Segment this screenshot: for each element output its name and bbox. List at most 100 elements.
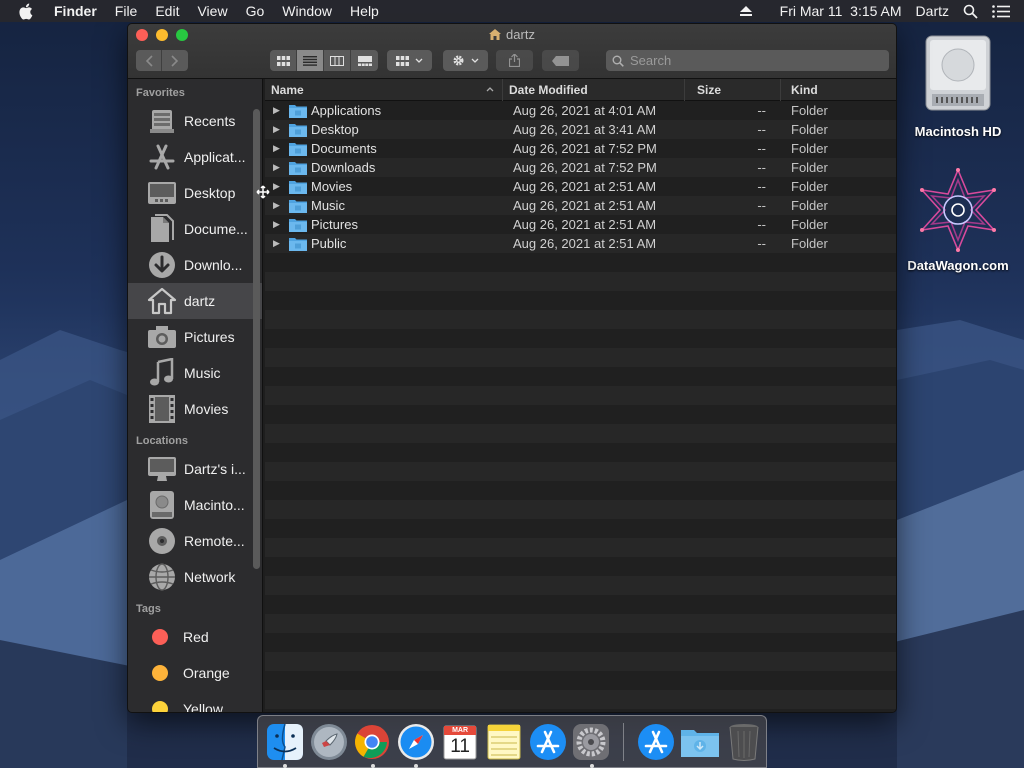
sidebar-item-applications[interactable]: Applicat... xyxy=(128,139,262,175)
column-headers: Name Date Modified Size Kind xyxy=(265,78,896,101)
dock-app-store-stack[interactable] xyxy=(636,722,676,762)
edit-tags-button[interactable] xyxy=(542,50,579,71)
menu-edit[interactable]: Edit xyxy=(155,3,179,19)
sidebar-item-home[interactable]: dartz xyxy=(128,283,262,319)
table-row[interactable]: ▶ Public Aug 26, 2021 at 2:51 AM -- Folder xyxy=(265,234,896,253)
user-menu[interactable]: Dartz xyxy=(916,3,949,19)
table-row[interactable]: ▶ Downloads Aug 26, 2021 at 7:52 PM -- Folde… xyxy=(265,158,896,177)
menu-window[interactable]: Window xyxy=(282,3,332,19)
dock-notes[interactable] xyxy=(484,722,524,762)
dock-calendar[interactable]: MAR 11 xyxy=(440,722,480,762)
dock-launchpad[interactable] xyxy=(309,722,349,762)
menu-go[interactable]: Go xyxy=(246,3,265,19)
disclosure-triangle-icon[interactable]: ▶ xyxy=(273,238,289,249)
disclosure-triangle-icon[interactable]: ▶ xyxy=(273,143,289,154)
sidebar-item-desktop[interactable]: Desktop xyxy=(128,175,262,211)
dock-finder[interactable] xyxy=(265,722,305,768)
table-row[interactable]: ▶ Movies Aug 26, 2021 at 2:51 AM -- Folder xyxy=(265,177,896,196)
sidebar-header-locations: Locations xyxy=(136,435,188,447)
sidebar: Favorites Recents Applicat... Desktop Do… xyxy=(128,79,263,712)
file-name: Downloads xyxy=(311,160,376,175)
search-field[interactable] xyxy=(606,50,889,71)
spotlight-icon[interactable] xyxy=(963,4,978,19)
file-name: Movies xyxy=(311,179,353,194)
action-button[interactable] xyxy=(443,50,488,71)
gallery-view-button[interactable] xyxy=(351,50,378,71)
clock[interactable]: Fri Mar 11 3:15 AM xyxy=(780,3,902,19)
back-button[interactable] xyxy=(136,50,162,71)
menu-app-name[interactable]: Finder xyxy=(54,3,97,19)
disclosure-triangle-icon[interactable]: ▶ xyxy=(273,105,289,116)
sidebar-item-tag-orange[interactable]: Orange xyxy=(128,655,262,691)
disclosure-triangle-icon[interactable]: ▶ xyxy=(273,162,289,173)
table-row[interactable]: ▶ Applications Aug 26, 2021 at 4:01 AM -- Fo… xyxy=(265,101,896,120)
table-row[interactable]: ▶ Desktop Aug 26, 2021 at 3:41 AM -- Folder xyxy=(265,120,896,139)
dock-chrome[interactable] xyxy=(353,722,393,768)
rocket-icon xyxy=(310,723,348,761)
sidebar-item-network[interactable]: Network xyxy=(128,559,262,595)
disclosure-triangle-icon[interactable]: ▶ xyxy=(273,181,289,192)
forward-button[interactable] xyxy=(162,50,188,71)
apple-menu-icon[interactable] xyxy=(18,3,38,20)
dock-trash[interactable] xyxy=(724,722,764,762)
home-icon xyxy=(489,29,502,40)
disclosure-triangle-icon[interactable]: ▶ xyxy=(273,200,289,211)
grid-icon xyxy=(276,55,290,66)
sidebar-item-downloads[interactable]: Downlo... xyxy=(128,247,262,283)
desktop-icon-datawagon[interactable]: DataWagon.com xyxy=(903,168,1013,273)
sidebar-item-label: Music xyxy=(184,365,221,381)
column-header-size[interactable]: Size xyxy=(685,78,781,101)
row-name-cell: ▶ Pictures xyxy=(265,217,503,232)
finder-window: dartz Search Favorites Recents Applicat.… xyxy=(127,23,897,713)
disclosure-triangle-icon[interactable]: ▶ xyxy=(273,124,289,135)
sidebar-item-recents[interactable]: Recents xyxy=(128,103,262,139)
file-rows: ▶ Applications Aug 26, 2021 at 4:01 AM -- Fo… xyxy=(265,101,896,712)
group-by-button[interactable] xyxy=(387,50,432,71)
dock-app-store[interactable] xyxy=(528,722,568,762)
table-row[interactable]: ▶ Pictures Aug 26, 2021 at 2:51 AM -- Folder xyxy=(265,215,896,234)
file-kind: Folder xyxy=(791,217,828,232)
sidebar-item-pictures[interactable]: Pictures xyxy=(128,319,262,355)
column-header-label: Date Modified xyxy=(509,82,588,97)
menu-view[interactable]: View xyxy=(197,3,227,19)
row-name-cell: ▶ Movies xyxy=(265,179,503,194)
search-input[interactable] xyxy=(630,53,870,68)
running-indicator xyxy=(283,763,287,768)
disclosure-triangle-icon[interactable]: ▶ xyxy=(273,219,289,230)
file-size: -- xyxy=(757,141,766,156)
table-row[interactable]: ▶ Music Aug 26, 2021 at 2:51 AM -- Folder xyxy=(265,196,896,215)
sidebar-item-tag-red[interactable]: Red xyxy=(128,619,262,655)
sidebar-item-remote-disc[interactable]: Remote... xyxy=(128,523,262,559)
column-header-name[interactable]: Name xyxy=(265,78,503,101)
sidebar-item-movies[interactable]: Movies xyxy=(128,391,262,427)
tag-icon xyxy=(551,55,570,66)
sidebar-item-documents[interactable]: Docume... xyxy=(128,211,262,247)
app-store-icon xyxy=(637,723,675,761)
column-view-button[interactable] xyxy=(324,50,351,71)
title-bar[interactable]: dartz xyxy=(128,24,896,79)
sidebar-scrollbar[interactable] xyxy=(253,109,260,569)
search-icon xyxy=(612,55,624,67)
eject-icon[interactable] xyxy=(739,5,752,17)
file-kind: Folder xyxy=(791,141,828,156)
share-button[interactable] xyxy=(496,50,533,71)
dock-downloads-folder[interactable] xyxy=(680,722,720,762)
list-view-button[interactable] xyxy=(297,50,324,71)
file-name: Music xyxy=(311,198,345,213)
column-header-label: Kind xyxy=(791,82,818,97)
folder-icon xyxy=(289,199,307,213)
desktop-icon-macintosh-hd[interactable]: Macintosh HD xyxy=(903,32,1013,139)
notification-center-icon[interactable] xyxy=(992,4,1010,18)
dock-safari[interactable] xyxy=(396,722,436,768)
table-row[interactable]: ▶ Documents Aug 26, 2021 at 7:52 PM -- Folde… xyxy=(265,139,896,158)
sidebar-item-tag-yellow[interactable]: Yellow xyxy=(128,691,262,712)
menu-file[interactable]: File xyxy=(115,3,138,19)
dock-system-preferences[interactable] xyxy=(572,722,612,768)
sidebar-item-music[interactable]: Music xyxy=(128,355,262,391)
sidebar-item-imac[interactable]: Dartz's i... xyxy=(128,451,262,487)
sidebar-item-macintosh-hd[interactable]: Macinto... xyxy=(128,487,262,523)
column-header-kind[interactable]: Kind xyxy=(781,79,896,101)
icon-view-button[interactable] xyxy=(270,50,297,71)
column-header-date[interactable]: Date Modified xyxy=(503,78,685,101)
menu-help[interactable]: Help xyxy=(350,3,379,19)
